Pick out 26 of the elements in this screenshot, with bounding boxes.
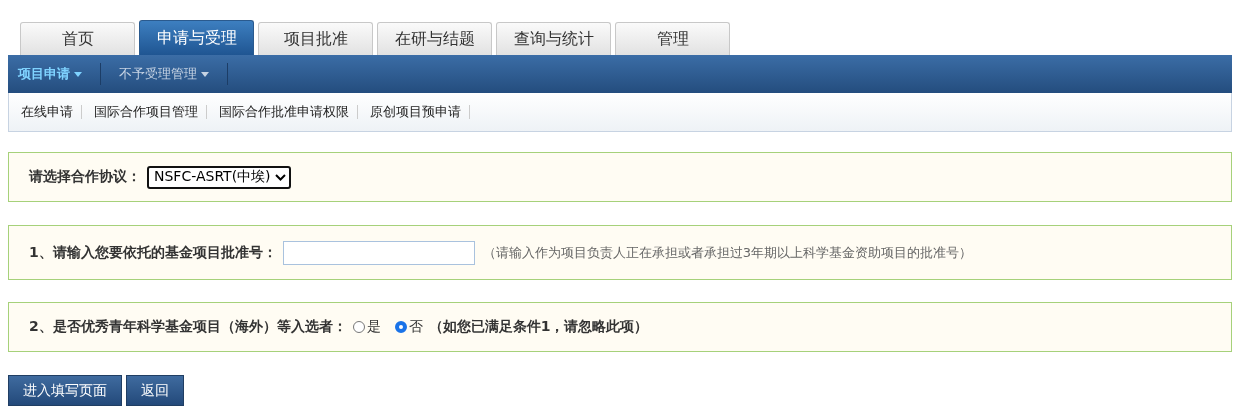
- chevron-down-icon: [274, 173, 286, 181]
- caret-icon: [201, 71, 209, 77]
- action-button[interactable]: 返回: [126, 375, 184, 406]
- field-label: 2、是否优秀青年科学基金项目（海外）等入选者：: [29, 318, 347, 336]
- nav-tab[interactable]: 查询与统计: [496, 22, 611, 55]
- radio-option[interactable]: 否: [394, 318, 423, 336]
- agreement-select[interactable]: NSFC-ASRT(中埃): [147, 165, 291, 189]
- submenu-link[interactable]: 国际合作批准申请权限: [211, 105, 358, 119]
- radio-option[interactable]: 是: [352, 318, 381, 336]
- menu-item[interactable]: 不予受理管理: [109, 63, 228, 85]
- nav-tab[interactable]: 管理: [615, 22, 730, 55]
- input-field[interactable]: [282, 240, 475, 265]
- nav-tab[interactable]: 在研与结题: [377, 22, 492, 55]
- caret-icon: [74, 71, 82, 77]
- menu-item[interactable]: 项目申请: [8, 63, 101, 85]
- field-label: 请选择合作协议：: [29, 168, 141, 186]
- hint-text: （请输入作为项目负责人正在承担或者承担过3年期以上科学基金资助项目的批准号）: [482, 243, 973, 262]
- submenu-link[interactable]: 原创项目预申请: [362, 105, 470, 119]
- note-text: （如您已满足条件1，请忽略此项）: [428, 318, 649, 336]
- submenu-link[interactable]: 在线申请: [13, 105, 82, 119]
- nav-tab[interactable]: 申请与受理: [139, 20, 254, 55]
- submenu-link[interactable]: 国际合作项目管理: [86, 105, 207, 119]
- field-label: 1、请输入您要依托的基金项目批准号：: [29, 243, 277, 262]
- nav-tab[interactable]: 项目批准: [258, 22, 373, 55]
- action-button[interactable]: 进入填写页面: [8, 375, 122, 406]
- nav-tab[interactable]: 首页: [20, 22, 135, 55]
